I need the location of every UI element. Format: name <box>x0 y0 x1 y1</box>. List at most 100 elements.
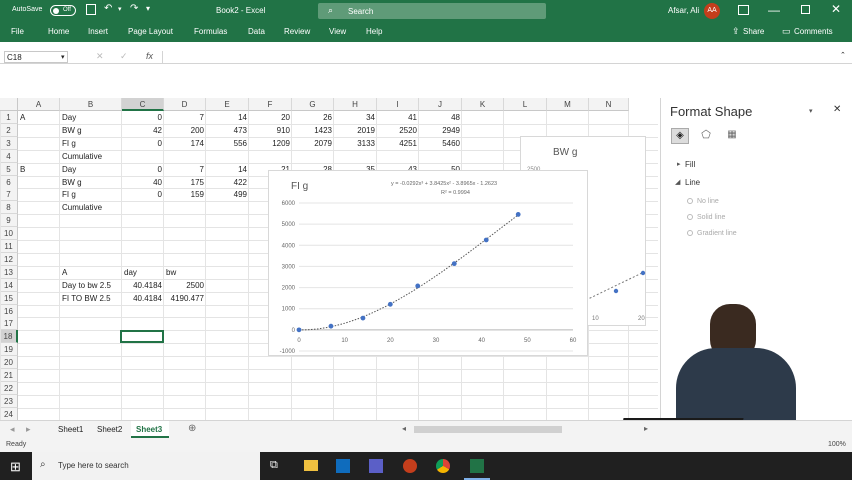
cell-b3[interactable]: FI g <box>62 137 76 150</box>
column-header[interactable]: G <box>292 98 334 111</box>
column-header[interactable]: L <box>504 98 547 111</box>
taskbar-search-box[interactable]: ⌕ Type here to search <box>32 452 260 480</box>
horizontal-scrollbar-thumb[interactable] <box>414 426 562 433</box>
cell-e5[interactable]: 14 <box>208 163 247 176</box>
cell-a5[interactable]: B <box>20 163 25 176</box>
cell-c2[interactable]: 42 <box>124 124 162 137</box>
cell-c3[interactable]: 0 <box>124 137 162 150</box>
cell-e3[interactable]: 556 <box>208 137 247 150</box>
row-header[interactable]: 12 <box>0 252 18 266</box>
cell-c5[interactable]: 0 <box>124 163 162 176</box>
row-header[interactable]: 13 <box>0 265 18 279</box>
cell-b6[interactable]: BW g <box>62 176 82 189</box>
row-header[interactable]: 11 <box>0 240 18 253</box>
comments-button[interactable]: Comments <box>794 27 833 36</box>
cell-e2[interactable]: 473 <box>208 124 247 137</box>
row-header[interactable]: 6 <box>0 175 18 189</box>
row-header[interactable]: 10 <box>0 227 18 241</box>
cell-b13[interactable]: A <box>62 266 67 279</box>
cell-b2[interactable]: BW g <box>62 124 82 137</box>
share-button[interactable]: Share <box>743 27 764 36</box>
cell-b15[interactable]: FI TO BW 2.5 <box>62 292 111 305</box>
hscroll-right-icon[interactable]: ▸ <box>644 424 648 433</box>
column-header[interactable]: A <box>18 98 60 111</box>
cell-d1[interactable]: 7 <box>166 111 204 124</box>
tab-page-layout[interactable]: Page Layout <box>128 27 173 36</box>
row-header[interactable]: 20 <box>0 356 18 370</box>
column-header[interactable]: N <box>589 98 629 111</box>
redo-icon[interactable]: ↷ <box>130 3 138 14</box>
scroll-tabs-right-icon[interactable]: ▸ <box>26 424 31 435</box>
row-header[interactable]: 21 <box>0 369 18 382</box>
cell-c7[interactable]: 0 <box>124 188 162 201</box>
cell-i1[interactable]: 41 <box>379 111 417 124</box>
row-header[interactable]: 7 <box>0 188 18 202</box>
cell-c1[interactable]: 0 <box>124 111 162 124</box>
cell-f3[interactable]: 1209 <box>251 137 290 150</box>
undo-dropdown-icon[interactable]: ▾ <box>118 5 122 13</box>
row-header[interactable]: 23 <box>0 394 18 408</box>
select-all-corner[interactable] <box>0 98 18 111</box>
tab-view[interactable]: View <box>329 27 346 36</box>
cell-h3[interactable]: 3133 <box>336 137 375 150</box>
cell-d15[interactable]: 4190.477 <box>166 292 204 305</box>
cell-d2[interactable]: 200 <box>166 124 204 137</box>
cell-d7[interactable]: 159 <box>166 188 204 201</box>
column-header[interactable]: D <box>164 98 206 111</box>
hscroll-left-icon[interactable]: ◂ <box>402 424 406 433</box>
cell-d13[interactable]: bw <box>166 266 176 279</box>
cell-d6[interactable]: 175 <box>166 176 204 189</box>
tab-formulas[interactable]: Formulas <box>194 27 227 36</box>
cell-j2[interactable]: 2949 <box>421 124 460 137</box>
maximize-icon[interactable] <box>801 5 810 14</box>
gradient-line-radio[interactable] <box>687 230 693 236</box>
user-avatar[interactable]: AA <box>704 3 720 19</box>
active-cell-cursor[interactable] <box>120 330 164 343</box>
cell-c14[interactable]: 40.4184 <box>124 279 162 292</box>
minimize-icon[interactable]: — <box>768 3 780 17</box>
row-header[interactable]: 17 <box>0 317 18 331</box>
tab-insert[interactable]: Insert <box>88 27 108 36</box>
row-header[interactable]: 1 <box>0 111 18 124</box>
cell-b14[interactable]: Day to bw 2.5 <box>62 279 111 292</box>
cell-c13[interactable]: day <box>124 266 137 279</box>
ribbon-display-options-icon[interactable] <box>738 5 749 15</box>
sheet-tab-sheet2[interactable]: Sheet2 <box>97 425 122 434</box>
windows-start-icon[interactable]: ⊞ <box>10 459 21 475</box>
cell-b4[interactable]: Cumulative <box>62 150 102 163</box>
cell-b7[interactable]: FI g <box>62 188 76 201</box>
column-header[interactable]: I <box>377 98 419 111</box>
cell-g2[interactable]: 1423 <box>294 124 332 137</box>
cell-e1[interactable]: 14 <box>208 111 247 124</box>
close-icon[interactable]: ✕ <box>831 2 841 16</box>
fill-line-icon[interactable]: ◈ <box>671 128 689 144</box>
cell-j1[interactable]: 48 <box>421 111 460 124</box>
cell-e6[interactable]: 422 <box>208 176 247 189</box>
spreadsheet-grid[interactable]: ABCDEFGHIJKLMN 1 2 3 4 5 6 7 8 9 10 11 12 13 14 15 16 17… <box>0 98 660 420</box>
scroll-tabs-left-icon[interactable]: ◂ <box>10 424 15 435</box>
row-header[interactable]: 22 <box>0 381 18 395</box>
cell-b8[interactable]: Cumulative <box>62 201 102 214</box>
fill-section[interactable]: Fill <box>685 160 695 169</box>
expand-formula-bar-icon[interactable]: ⌃ <box>840 51 846 59</box>
tab-data[interactable]: Data <box>248 27 265 36</box>
cell-c15[interactable]: 40.4184 <box>124 292 162 305</box>
name-box-dropdown-icon[interactable]: ▾ <box>61 53 65 61</box>
row-header[interactable]: 24 <box>0 407 18 420</box>
row-header[interactable]: 14 <box>0 278 18 292</box>
cell-j3[interactable]: 5460 <box>421 137 460 150</box>
cell-b5[interactable]: Day <box>62 163 76 176</box>
zoom-level[interactable]: 100% <box>828 441 846 448</box>
column-header[interactable]: J <box>419 98 462 111</box>
task-view-icon[interactable]: ⧉ <box>270 459 278 472</box>
row-header[interactable]: 4 <box>0 149 18 163</box>
search-box[interactable]: ⌕ Search <box>318 3 546 19</box>
sheet-tab-sheet1[interactable]: Sheet1 <box>58 425 83 434</box>
effects-icon[interactable]: ⬠ <box>697 128 715 144</box>
row-header[interactable]: 16 <box>0 304 18 318</box>
line-collapse-icon[interactable]: ◢ <box>675 178 680 186</box>
cell-g3[interactable]: 2079 <box>294 137 332 150</box>
row-header[interactable]: 2 <box>0 123 18 137</box>
pane-options-icon[interactable]: ▾ <box>809 107 813 115</box>
formula-input[interactable] <box>162 51 838 63</box>
